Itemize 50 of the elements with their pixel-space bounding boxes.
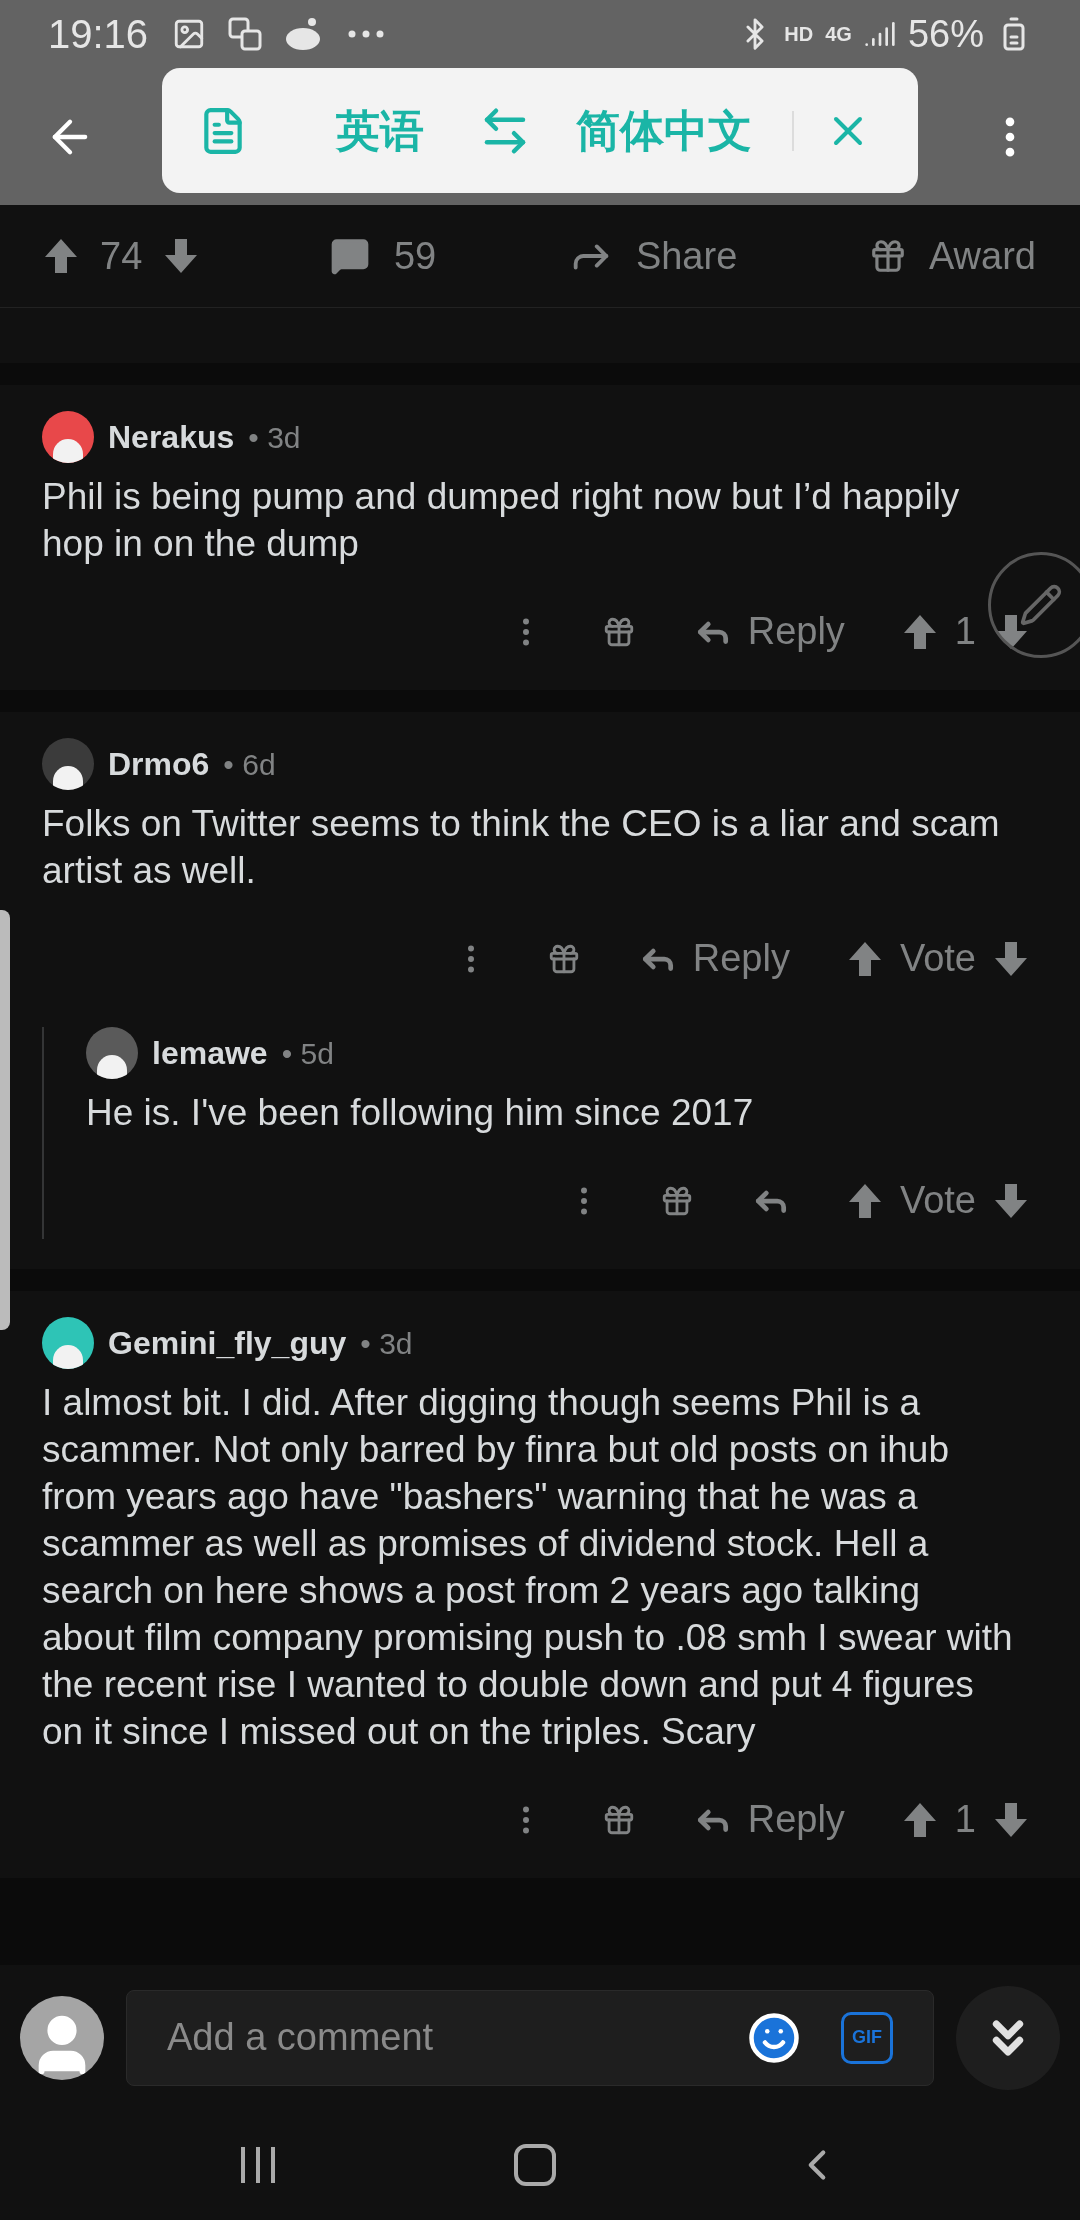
comment-text: I almost bit. I did. After digging though seems Phil is a scammer. Not only barred by finra but old posts on ihub from years ago have "bashers" warning that he was a scammer as well as promises of dividend stock. Hell a search on here shows a post from 2 years ago talking about film company promising push to .08 smh I swear with the recent rise I wanted to double down and put 4 figures on it since I missed out on the triples. Scary bbox=[42, 1381, 1014, 1754]
home-icon[interactable] bbox=[514, 2144, 556, 2186]
post-score: 74 bbox=[100, 233, 143, 279]
downvote-icon[interactable] bbox=[994, 940, 1028, 977]
hd-label: HD bbox=[784, 22, 814, 47]
edge-handle[interactable] bbox=[0, 910, 10, 1330]
upvote-icon[interactable] bbox=[902, 1801, 937, 1838]
award-button[interactable]: Award bbox=[868, 227, 1036, 285]
comment-field[interactable]: Add a comment GIF bbox=[126, 1989, 934, 2086]
vote-score: 1 bbox=[954, 1797, 976, 1842]
comment-age: • 5d bbox=[281, 1035, 334, 1072]
emoji-icon[interactable] bbox=[747, 2010, 801, 2065]
comment-age: • 3d bbox=[360, 1325, 413, 1362]
vote-score: Vote bbox=[899, 1178, 976, 1223]
user-avatar[interactable] bbox=[86, 1027, 138, 1079]
comment-age: • 3d bbox=[248, 419, 301, 456]
compose-fab[interactable] bbox=[988, 552, 1080, 658]
vote-score: 1 bbox=[954, 609, 976, 654]
upvote-icon[interactable] bbox=[902, 613, 937, 650]
username[interactable]: Nerakus bbox=[108, 413, 235, 461]
username[interactable]: lemawe bbox=[152, 1029, 268, 1077]
battery-percent: 56% bbox=[907, 11, 984, 57]
user-avatar[interactable] bbox=[42, 1317, 94, 1369]
status-time: 19:16 bbox=[48, 11, 149, 58]
reply-button[interactable]: Reply bbox=[747, 603, 845, 660]
user-avatar[interactable] bbox=[42, 738, 94, 790]
user-avatar[interactable] bbox=[42, 411, 94, 463]
comment-text: Phil is being pump and dumped right now but I’d happily hop in on the dump bbox=[42, 475, 961, 566]
reply-button[interactable]: Reply bbox=[747, 1791, 845, 1848]
reply-button[interactable]: Reply bbox=[692, 930, 790, 987]
downvote-icon[interactable] bbox=[164, 238, 199, 274]
username[interactable]: Drmo6 bbox=[108, 740, 210, 788]
comment-count[interactable]: 59 bbox=[393, 227, 437, 285]
downvote-icon[interactable] bbox=[994, 1182, 1028, 1219]
downvote-icon[interactable] bbox=[994, 1801, 1028, 1838]
upvote-icon[interactable] bbox=[847, 1182, 882, 1219]
username[interactable]: Gemini_fly_guy bbox=[108, 1319, 347, 1367]
comment-age: • 6d bbox=[223, 746, 276, 783]
recent-apps-icon[interactable] bbox=[238, 2145, 278, 2185]
network-label: 4G bbox=[825, 22, 852, 47]
upvote-icon[interactable] bbox=[847, 940, 882, 977]
pencil-icon[interactable] bbox=[1019, 583, 1063, 627]
share-button[interactable]: Share bbox=[567, 227, 738, 285]
more-notifications-icon bbox=[348, 30, 385, 38]
upvote-icon[interactable] bbox=[44, 238, 78, 274]
gif-button[interactable]: GIF bbox=[841, 2011, 893, 2064]
comment-text: Folks on Twitter seems to think the CEO is a liar and scam artist as well. bbox=[42, 802, 1001, 893]
comment-text: He is. I've been following him since 2017 bbox=[86, 1091, 755, 1135]
vote-score: Vote bbox=[899, 936, 976, 981]
comment-icon[interactable] bbox=[329, 236, 370, 276]
